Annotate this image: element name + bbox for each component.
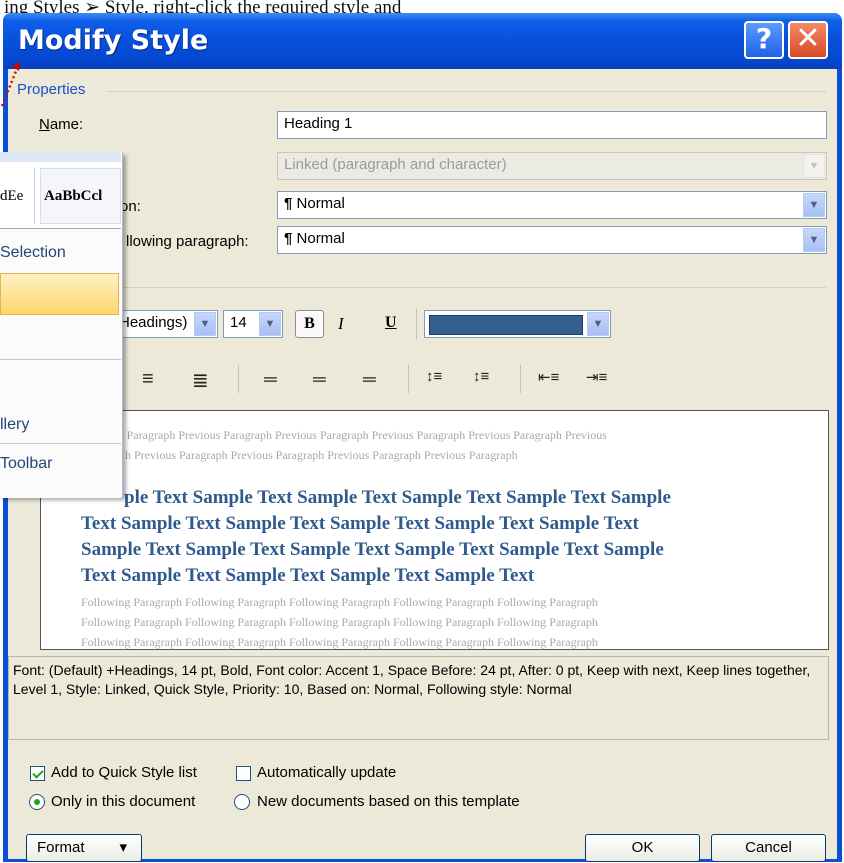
toolbar-separator — [408, 365, 409, 393]
style-based-on-label: on: — [120, 198, 141, 215]
group-divider — [108, 91, 826, 92]
group-divider — [118, 287, 826, 288]
close-button[interactable]: ✕ — [788, 21, 828, 59]
font-color-swatch — [429, 315, 583, 335]
font-color-select[interactable]: ▼ — [424, 310, 611, 338]
preview-following-paragraph: Following Paragraph Following Paragraph … — [81, 615, 598, 629]
preview-sample-text: Text Sample Text Sample Text Sample Text… — [81, 513, 639, 534]
following-paragraph-select[interactable]: ¶ Normal ▼ — [277, 226, 827, 254]
style-type-select: Linked (paragraph and character) ▼ — [277, 152, 827, 180]
menu-item-save-selection[interactable]: Selection — [0, 244, 66, 262]
gallery-style-item[interactable]: AaBbCcl — [40, 168, 121, 224]
style-based-on-value: Normal — [296, 195, 345, 212]
format-button[interactable]: Format ▾ — [26, 834, 142, 862]
automatically-update-checkbox[interactable] — [236, 766, 251, 781]
help-button[interactable]: ? — [744, 21, 784, 59]
ok-button[interactable]: OK — [585, 834, 700, 862]
bold-button[interactable]: B — [295, 310, 324, 338]
align-right-button[interactable]: ≡ — [142, 368, 154, 391]
font-size-select[interactable]: 14 ▼ — [223, 310, 283, 338]
chevron-down-icon: ▼ — [803, 154, 825, 178]
menu-separator — [0, 359, 121, 360]
toolbar-separator — [238, 365, 239, 393]
toolbar-separator — [520, 365, 521, 393]
dialog-body: Properties Name: Heading 1 Linked (parag… — [8, 69, 837, 862]
font-size-value: 14 — [230, 314, 247, 331]
preview-sample-text: Text Sample Text Sample Text Sample Text… — [81, 565, 535, 586]
chevron-down-icon[interactable]: ▼ — [259, 312, 281, 336]
underline-button[interactable]: U — [385, 314, 397, 332]
style-based-on-select[interactable]: ¶ Normal ▼ — [277, 191, 827, 219]
preview-previous-paragraph: s Paragraph Previous Paragraph Previous … — [119, 428, 607, 442]
only-this-document-label[interactable]: Only in this document — [51, 793, 195, 810]
add-to-quick-style-checkbox[interactable] — [30, 766, 45, 781]
style-description: Font: (Default) +Headings, 14 pt, Bold, … — [8, 656, 829, 740]
double-spacing-button[interactable]: ═ — [363, 369, 376, 390]
callout-arrow-icon — [0, 62, 20, 107]
style-type-value: Linked (paragraph and character) — [284, 156, 507, 173]
chevron-down-icon[interactable]: ▼ — [803, 193, 825, 217]
pilcrow-icon: ¶ — [284, 230, 293, 247]
increase-paragraph-spacing-button[interactable]: ↕≡ — [426, 368, 442, 385]
chevron-down-icon[interactable]: ▼ — [194, 312, 216, 336]
name-input[interactable]: Heading 1 — [277, 111, 827, 139]
cancel-button[interactable]: Cancel — [711, 834, 826, 862]
following-paragraph-value: Normal — [296, 230, 345, 247]
new-documents-radio[interactable] — [234, 794, 250, 810]
title-bar[interactable]: Modify Style ? ✕ — [3, 13, 842, 69]
quick-styles-menu: dEe AaBbCcl Selection llery Toolbar — [0, 152, 123, 498]
gallery-divider — [34, 168, 35, 224]
style-gallery: dEe AaBbCcl — [0, 162, 121, 228]
modify-style-dialog: Modify Style ? ✕ Properties Name: Headin… — [3, 13, 842, 862]
automatically-update-label[interactable]: Automatically update — [257, 764, 396, 781]
style-preview: s Paragraph Previous Paragraph Previous … — [40, 410, 829, 650]
only-this-document-radio[interactable] — [29, 794, 45, 810]
font-select[interactable]: Headings) ▼ — [116, 310, 218, 338]
chevron-down-icon: ▾ — [119, 839, 127, 856]
preview-following-paragraph: Following Paragraph Following Paragraph … — [81, 635, 598, 649]
dialog-title: Modify Style — [18, 25, 209, 56]
preview-sample-text: Sample Text Sample Text Sample Text Samp… — [81, 539, 664, 560]
add-to-quick-style-label[interactable]: Add to Quick Style list — [51, 764, 197, 781]
menu-item-highlighted[interactable] — [0, 273, 119, 315]
justify-button[interactable]: ≣ — [192, 368, 209, 393]
preview-previous-paragraph: h Previous Paragraph Previous Paragraph … — [125, 448, 518, 462]
menu-item-gallery[interactable]: llery — [0, 416, 29, 434]
chevron-down-icon[interactable]: ▼ — [803, 228, 825, 252]
following-paragraph-label: llowing paragraph: — [126, 233, 249, 250]
single-spacing-button[interactable]: ═ — [264, 369, 277, 390]
new-documents-label[interactable]: New documents based on this template — [257, 793, 520, 810]
toolbar-separator — [416, 309, 417, 339]
menu-item-toolbar[interactable]: Toolbar — [0, 455, 52, 473]
menu-separator — [0, 443, 121, 444]
decrease-indent-button[interactable]: ⇤≡ — [538, 368, 559, 386]
preview-sample-text: ple Text Sample Text Sample Text Sample … — [124, 487, 671, 508]
gallery-style-item[interactable]: dEe — [0, 188, 23, 205]
name-label: Name: — [39, 116, 84, 133]
styles-menu-list: Selection llery Toolbar — [0, 228, 121, 498]
one-half-spacing-button[interactable]: ═ — [313, 369, 326, 390]
font-value: Headings) — [119, 314, 188, 331]
format-button-label: Format — [37, 839, 85, 856]
pilcrow-icon: ¶ — [284, 195, 293, 212]
increase-indent-button[interactable]: ⇥≡ — [586, 368, 607, 386]
chevron-down-icon[interactable]: ▼ — [587, 312, 609, 336]
preview-following-paragraph: Following Paragraph Following Paragraph … — [81, 595, 598, 609]
properties-group-label: Properties — [17, 81, 86, 98]
decrease-paragraph-spacing-button[interactable]: ↕≡ — [473, 368, 489, 385]
italic-button[interactable]: I — [338, 314, 344, 334]
